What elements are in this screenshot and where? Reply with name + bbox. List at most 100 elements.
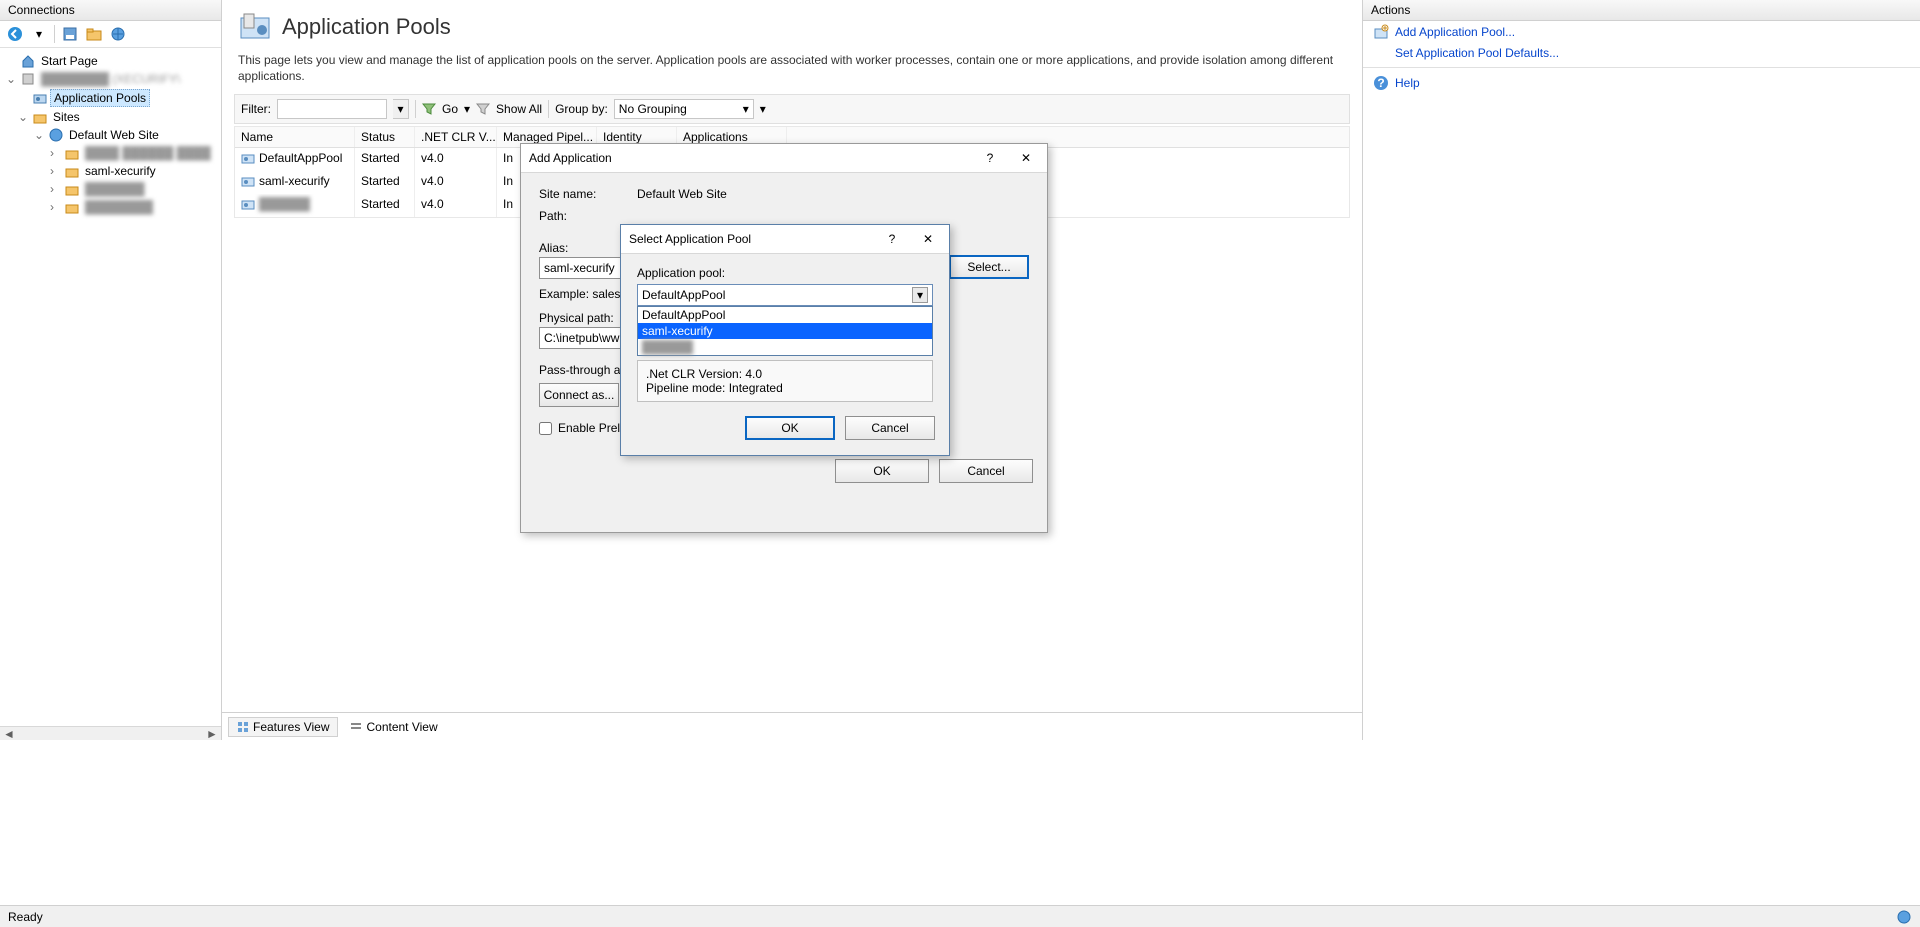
cell-status: Started [355,148,415,171]
filter-dropdown-icon[interactable]: ▾ [393,99,409,119]
dialog-title-text: Select Application Pool [629,232,751,246]
dropdown-option[interactable]: saml-xecurify [638,323,932,339]
pipeline-mode-text: Pipeline mode: Integrated [646,381,924,395]
cell-clr: v4.0 [415,194,497,217]
status-text: Ready [8,910,43,924]
expand-icon[interactable]: › [50,164,62,178]
tree-default-site[interactable]: ⌄ Default Web Site [2,126,219,144]
dropdown-arrow-icon[interactable]: ▾ [464,102,470,116]
dialog-help-button[interactable]: ? [977,148,1003,168]
connections-header: Connections [0,0,221,21]
cell-clr: v4.0 [415,148,497,171]
col-clr[interactable]: .NET CLR V... [415,127,497,147]
filter-toolbar: Filter: ▾ Go ▾ Show All Group by: No Gro… [234,94,1350,124]
separator [415,100,416,118]
expand-icon[interactable]: › [50,146,62,160]
select-pool-ok-button[interactable]: OK [745,416,835,440]
filter-input[interactable] [277,99,387,119]
folder-icon[interactable] [85,25,103,43]
expand-icon[interactable]: › [50,200,62,214]
show-all-icon[interactable] [476,102,490,116]
tree-site-child[interactable]: › ████ ██████ ████ [2,144,219,162]
app-pool-large-icon [238,10,272,44]
path-label: Path: [539,209,629,223]
actions-header: Actions [1363,0,1920,21]
folder-icon [64,163,80,179]
pool-properties-box: .Net CLR Version: 4.0 Pipeline mode: Int… [637,360,933,402]
globe-refresh-icon[interactable] [109,25,127,43]
collapse-icon[interactable]: ⌄ [18,110,30,124]
server-icon [20,71,36,87]
back-icon[interactable] [6,25,24,43]
clr-version-text: .Net CLR Version: 4.0 [646,367,924,381]
col-name[interactable]: Name [235,127,355,147]
separator [54,25,55,43]
app-pool-label: Application pool: [637,266,933,280]
tree-app-pools[interactable]: Application Pools [2,88,219,108]
add-app-cancel-button[interactable]: Cancel [939,459,1033,483]
cell-name: ██████ [235,194,355,217]
group-by-label: Group by: [555,102,608,116]
chevron-down-icon[interactable]: ▾ [912,287,928,303]
select-pool-button[interactable]: Select... [949,255,1029,279]
features-icon [237,721,249,733]
cell-clr: v4.0 [415,171,497,194]
dropdown-option[interactable]: ██████ [638,339,932,355]
horizontal-scrollbar[interactable]: ◄ ► [0,726,221,740]
app-pool-select[interactable]: DefaultAppPool ▾ [637,284,933,306]
dialog-titlebar: Select Application Pool ? ✕ [621,225,949,254]
collapse-icon[interactable]: ⌄ [34,128,46,142]
help-link[interactable]: ? Help [1363,72,1920,94]
view-tabs: Features View Content View [222,712,1362,740]
filter-label: Filter: [241,102,271,116]
physical-path-input[interactable] [539,327,629,349]
collapse-icon[interactable]: ⌄ [6,72,18,86]
tree-start-page[interactable]: Start Page [2,52,219,70]
tree-site-child[interactable]: › ████████ [2,198,219,216]
col-status[interactable]: Status [355,127,415,147]
actions-panel: Actions Add Application Pool... Set Appl… [1362,0,1920,740]
alias-input[interactable] [539,257,629,279]
add-app-ok-button[interactable]: OK [835,459,929,483]
app-pool-dropdown-list[interactable]: DefaultAppPoolsaml-xecurify██████ [637,306,933,356]
go-label[interactable]: Go [442,102,458,116]
dialog-help-button[interactable]: ? [879,229,905,249]
save-icon[interactable] [61,25,79,43]
dialog-close-button[interactable]: ✕ [915,229,941,249]
dropdown-arrow-icon[interactable]: ▾ [760,102,766,116]
site-name-value: Default Web Site [637,187,727,201]
set-defaults-link[interactable]: Set Application Pool Defaults... [1363,43,1920,63]
scroll-right-icon[interactable]: ► [205,727,219,741]
dialog-titlebar: Add Application ? ✕ [521,144,1047,173]
home-icon [20,53,36,69]
site-name-label: Site name: [539,187,629,201]
enable-preload-input[interactable] [539,422,552,435]
group-by-select[interactable]: No Grouping ▾ [614,99,754,119]
add-app-pool-icon [1373,24,1389,40]
connections-panel: Connections ▾ Start Page ⌄ ████████ (XEC… [0,0,222,740]
tree-sites[interactable]: ⌄ Sites [2,108,219,126]
features-view-tab[interactable]: Features View [228,717,338,737]
tree-site-child-saml[interactable]: › saml-xecurify [2,162,219,180]
app-pool-icon [32,90,48,106]
dropdown-option[interactable]: DefaultAppPool [638,307,932,323]
connect-as-button[interactable]: Connect as... [539,383,619,407]
dialog-close-button[interactable]: ✕ [1013,148,1039,168]
cell-status: Started [355,194,415,217]
iis-tray-icon[interactable] [1896,909,1912,925]
select-app-pool-dialog: Select Application Pool ? ✕ Application … [620,224,950,456]
select-pool-cancel-button[interactable]: Cancel [845,416,935,440]
connections-tree[interactable]: Start Page ⌄ ████████ (XECURIFY\ Applica… [0,48,221,220]
tree-server[interactable]: ⌄ ████████ (XECURIFY\ [2,70,219,88]
svg-text:?: ? [1377,76,1384,90]
add-app-pool-link[interactable]: Add Application Pool... [1363,21,1920,43]
globe-icon [48,127,64,143]
content-view-tab[interactable]: Content View [342,718,445,736]
dropdown-arrow-icon[interactable]: ▾ [30,25,48,43]
tree-site-child[interactable]: › ███████ [2,180,219,198]
folder-icon [64,199,80,215]
expand-icon[interactable]: › [50,182,62,196]
show-all-label[interactable]: Show All [496,102,542,116]
scroll-left-icon[interactable]: ◄ [2,727,16,741]
go-funnel-icon[interactable] [422,102,436,116]
